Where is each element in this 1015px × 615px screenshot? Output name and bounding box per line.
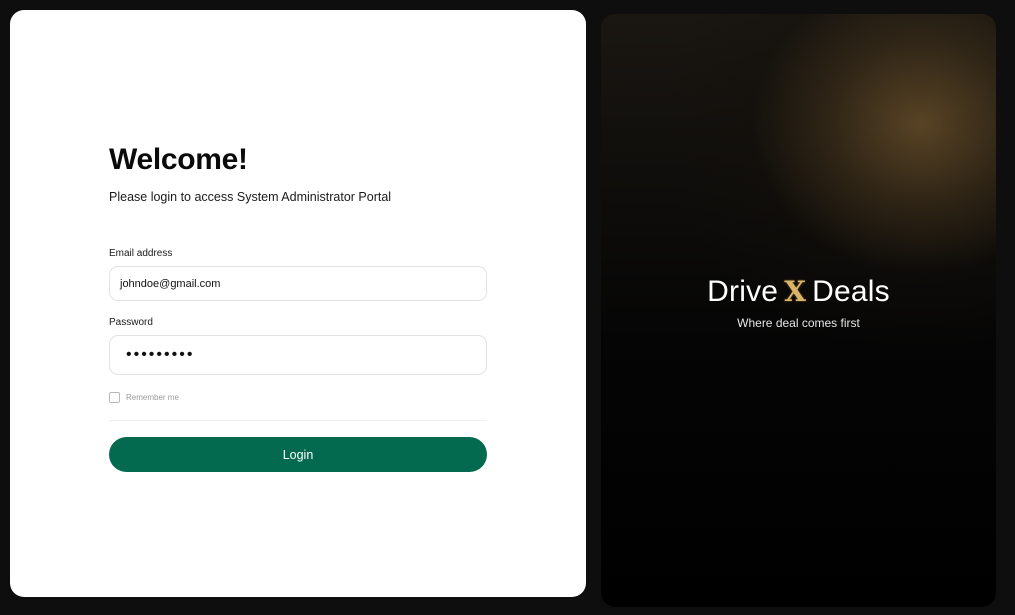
password-label: Password — [109, 317, 153, 328]
brand-block: Drive X Deals Where deal comes first — [601, 272, 996, 330]
password-value: ••••••••• — [126, 346, 195, 363]
login-form: Welcome! Please login to access System A… — [109, 144, 487, 472]
email-value: johndoe@gmail.com — [120, 277, 221, 290]
email-field[interactable]: johndoe@gmail.com — [109, 266, 487, 301]
app-window: Welcome! Please login to access System A… — [0, 0, 1015, 615]
form-divider — [109, 420, 487, 421]
brand-logo: Drive X Deals — [707, 272, 890, 312]
brand-tagline: Where deal comes first — [737, 316, 860, 330]
remember-me-row[interactable]: Remember me — [109, 392, 487, 403]
remember-me-checkbox[interactable] — [109, 392, 120, 403]
brand-x-icon: X — [784, 275, 807, 308]
remember-me-label: Remember me — [126, 393, 179, 402]
brand-name-right: Deals — [812, 275, 890, 308]
page-title: Welcome! — [109, 143, 248, 176]
login-button[interactable]: Login — [109, 437, 487, 472]
brand-panel: Drive X Deals Where deal comes first — [601, 14, 996, 607]
login-card: Welcome! Please login to access System A… — [10, 10, 586, 597]
brand-name-left: Drive — [707, 275, 779, 308]
password-field[interactable]: ••••••••• — [109, 335, 487, 375]
email-label: Email address — [109, 248, 173, 259]
login-subtitle: Please login to access System Administra… — [109, 190, 392, 204]
